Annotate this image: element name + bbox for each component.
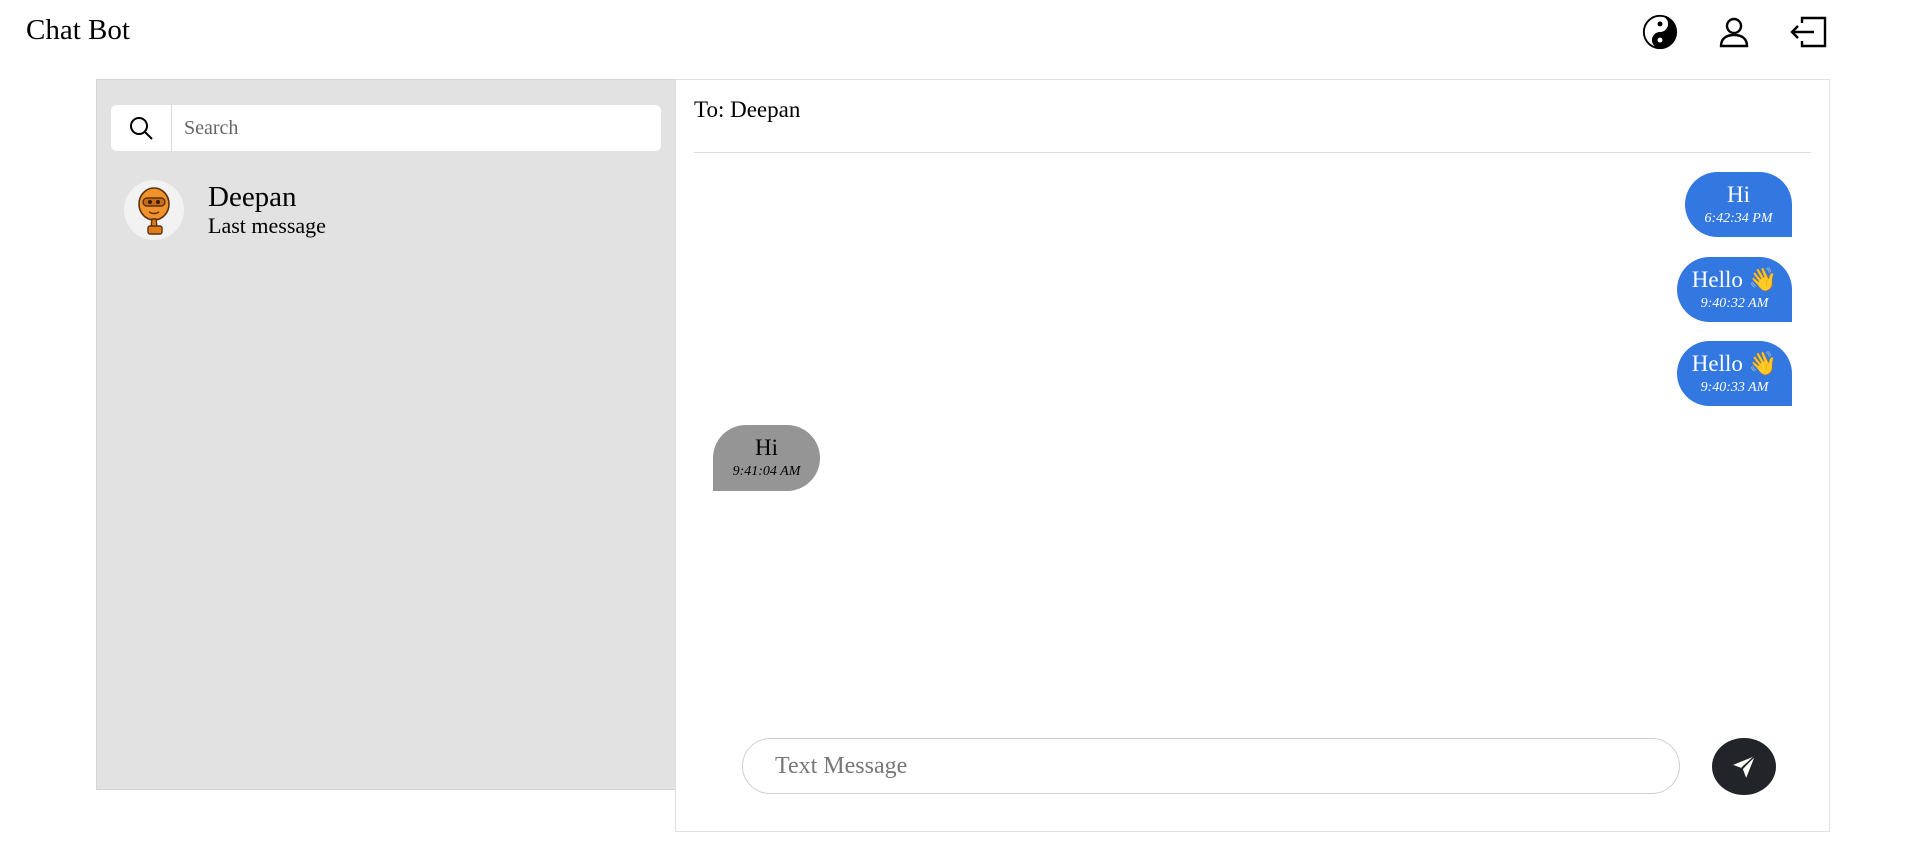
- message-input[interactable]: [742, 738, 1680, 794]
- message-time: 9:41:04 AM: [732, 464, 801, 479]
- contacts-sidebar: Deepan Last message: [96, 79, 676, 790]
- message-bubble-outgoing: Hi 6:42:34 PM: [1685, 172, 1792, 237]
- chat-divider: [694, 152, 1811, 153]
- chat-panel: To: Deepan Hi 6:42:34 PM Hello 👋 9:40:32…: [675, 79, 1830, 832]
- message-bubble-outgoing: Hello 👋 9:40:33 AM: [1677, 341, 1792, 406]
- send-icon: [1733, 755, 1756, 778]
- message-text: Hello 👋: [1691, 267, 1778, 292]
- message-time: 9:40:33 AM: [1700, 380, 1769, 395]
- user-icon: [1719, 17, 1749, 48]
- contact-text: Deepan Last message: [208, 181, 326, 239]
- contact-last-message: Last message: [208, 213, 326, 238]
- theme-toggle-button[interactable]: [1640, 12, 1680, 52]
- message-time: 6:42:34 PM: [1704, 211, 1773, 226]
- search-input[interactable]: [172, 105, 661, 151]
- message-text: Hi: [755, 435, 778, 460]
- logout-button[interactable]: [1788, 12, 1828, 52]
- message-text: Hello 👋: [1691, 351, 1778, 376]
- app-title: Chat Bot: [26, 14, 130, 46]
- theme-toggle-icon: [1642, 14, 1678, 50]
- logout-icon: [1790, 16, 1827, 48]
- profile-button[interactable]: [1714, 12, 1754, 52]
- header-actions: [1640, 12, 1828, 52]
- message-text: Hi: [1727, 182, 1750, 207]
- message-bubble-outgoing: Hello 👋 9:40:32 AM: [1677, 257, 1792, 322]
- search-box: [111, 105, 661, 151]
- message-bubble-incoming: Hi 9:41:04 AM: [713, 425, 820, 491]
- avatar: [124, 180, 184, 240]
- search-icon-wrap: [111, 105, 172, 151]
- contact-item[interactable]: Deepan Last message: [124, 180, 654, 240]
- robot-avatar-icon: [138, 187, 170, 235]
- message-time: 9:40:32 AM: [1700, 296, 1769, 311]
- send-button[interactable]: [1712, 738, 1776, 795]
- search-icon: [130, 117, 153, 140]
- chat-recipient: To: Deepan: [694, 97, 801, 122]
- contact-name: Deepan: [208, 181, 297, 213]
